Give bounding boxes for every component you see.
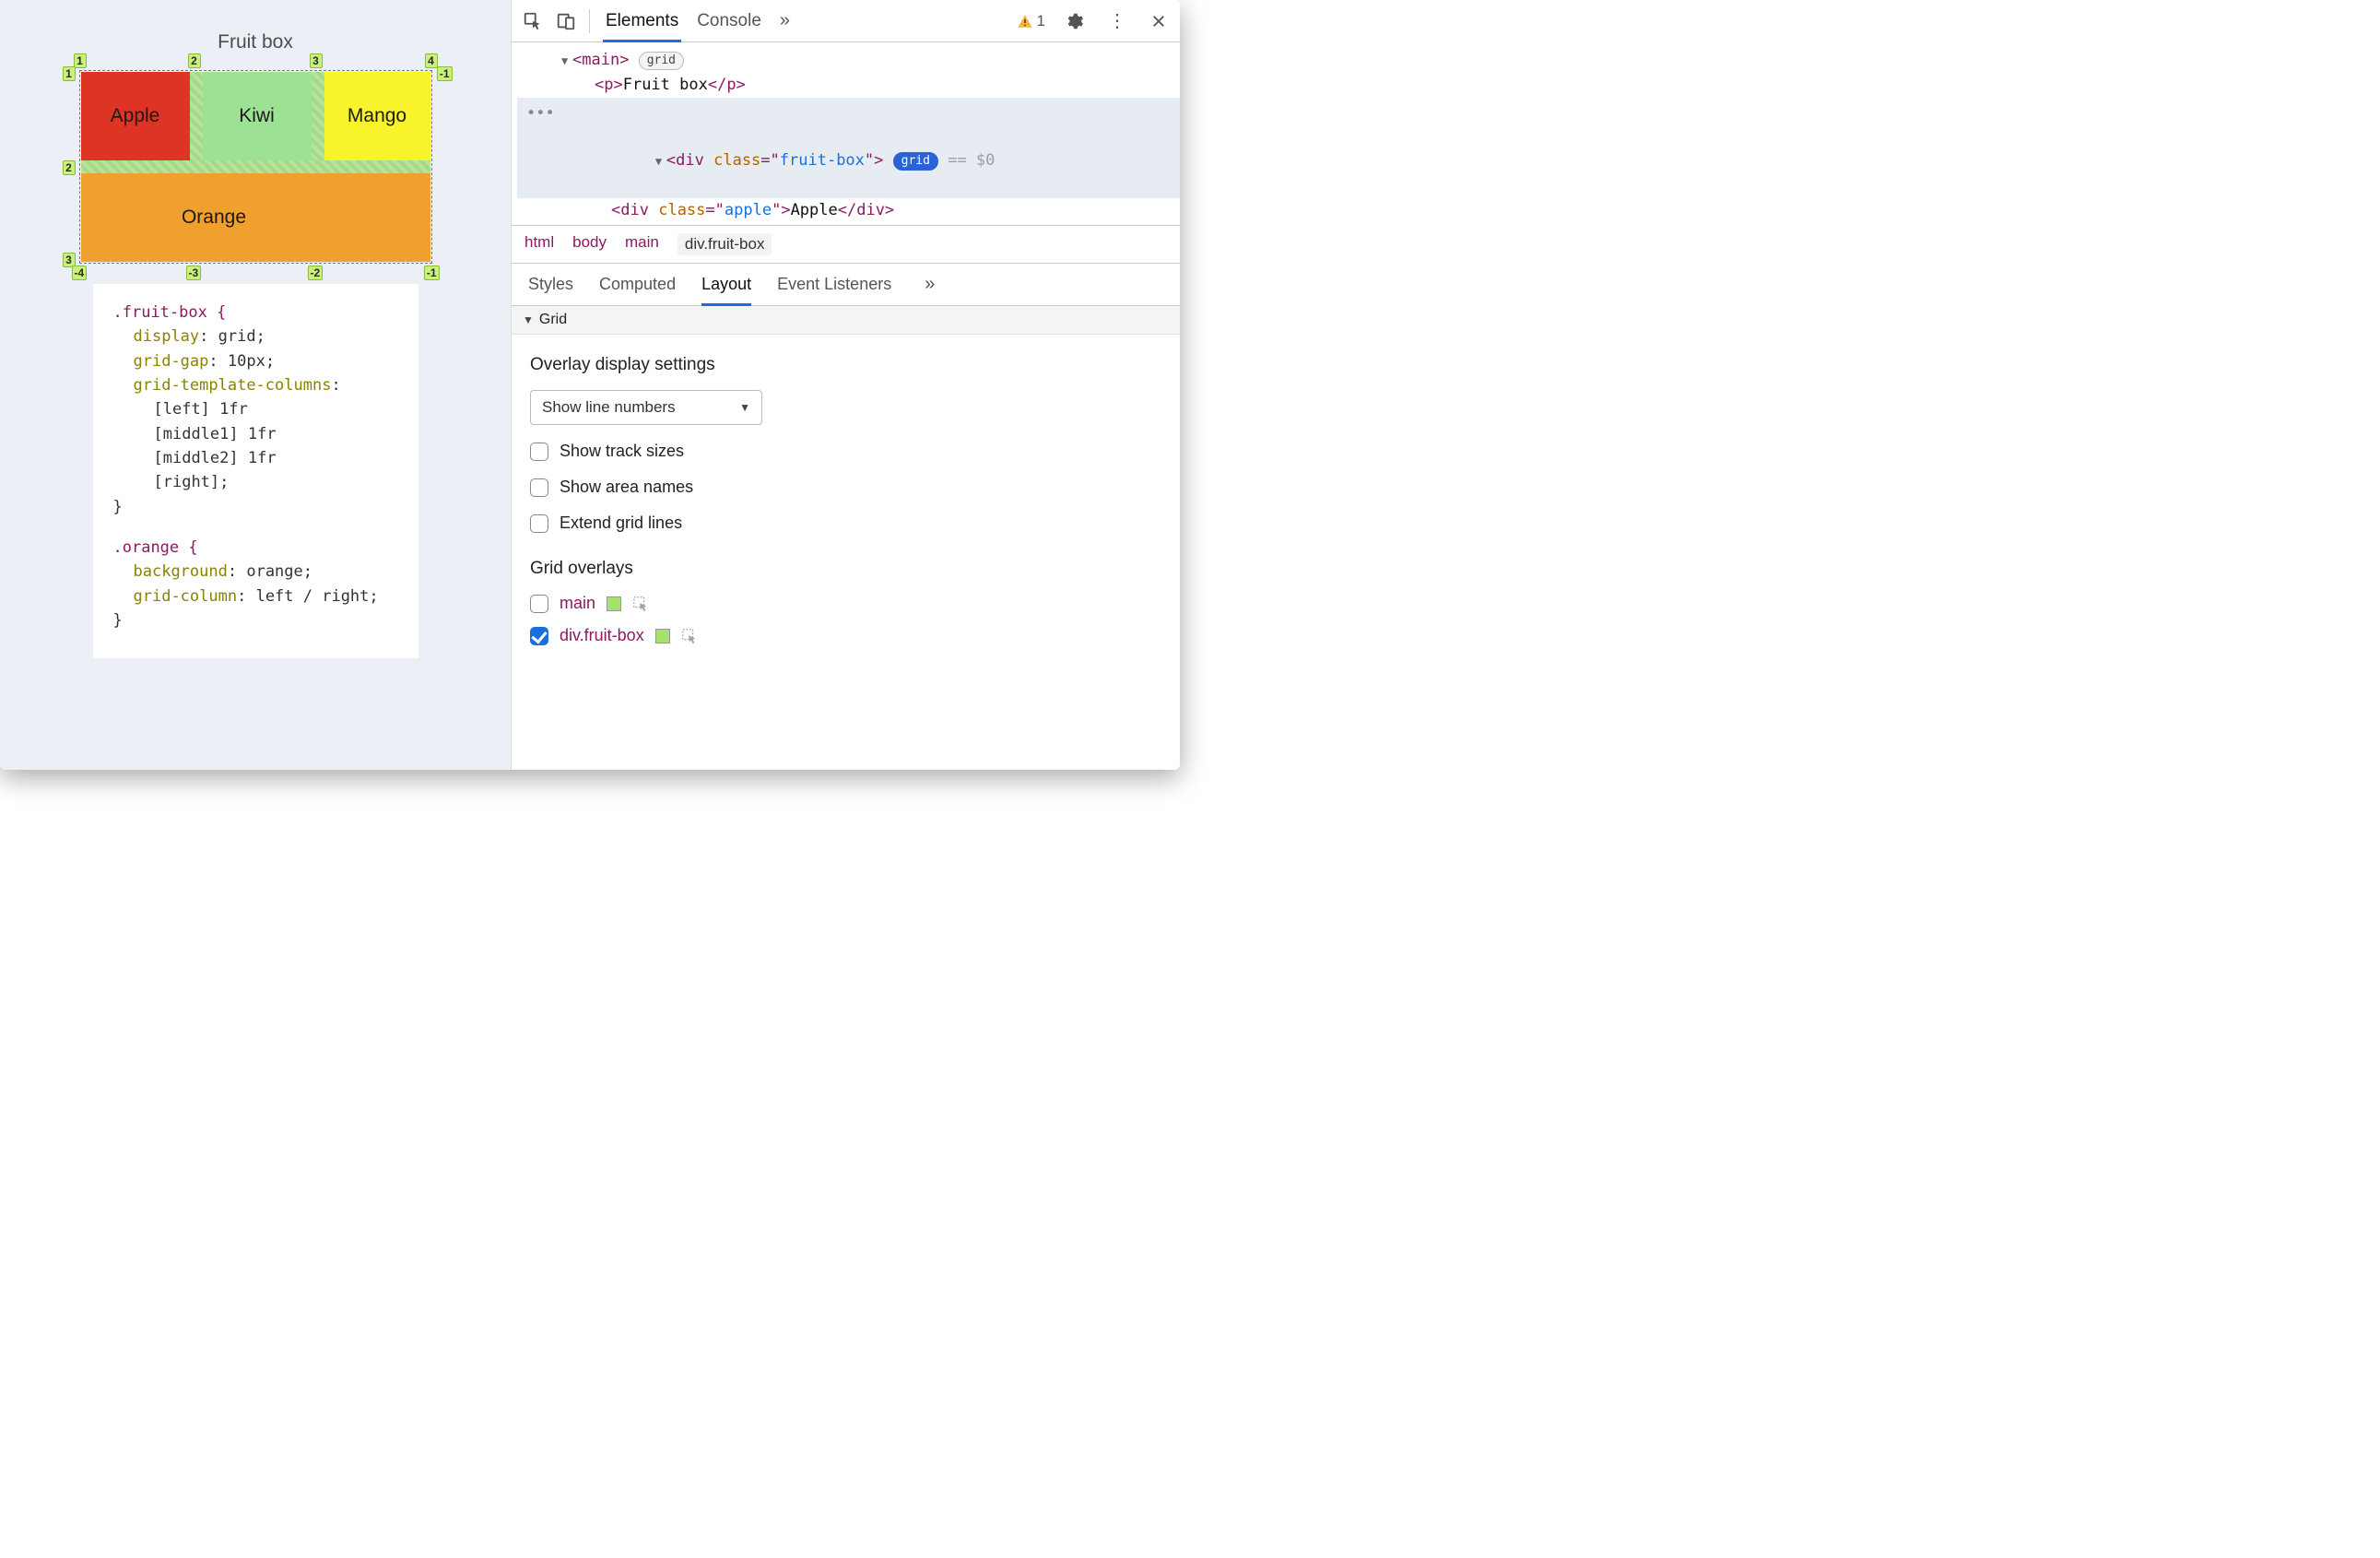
line-label: 1: [63, 66, 76, 81]
line-label: 3: [310, 53, 323, 68]
panel-tab-layout[interactable]: Layout: [701, 264, 751, 305]
close-icon[interactable]: [1145, 13, 1172, 30]
line-label: 4: [425, 53, 438, 68]
grid-overlays-heading: Grid overlays: [530, 559, 1161, 579]
checkbox[interactable]: [530, 514, 548, 533]
preview-pane: Fruit box Apple Kiwi Mango Orange 1 2 3 …: [0, 0, 512, 770]
devtools-toolbar: Elements Console » 1 ⋮: [512, 0, 1180, 42]
inspect-icon[interactable]: [523, 11, 543, 31]
crumb-html[interactable]: html: [524, 233, 554, 255]
checkbox-label: Show track sizes: [560, 442, 684, 461]
grid-overlay: Apple Kiwi Mango Orange 1 2 3 4 1 2 3 -1…: [79, 70, 432, 264]
warnings-indicator[interactable]: 1: [1017, 12, 1045, 30]
cell-orange: Orange: [81, 173, 430, 262]
crumb-main[interactable]: main: [625, 233, 659, 255]
chevron-down-icon: ▼: [739, 401, 750, 414]
grid-section-head[interactable]: ▼ Grid: [512, 306, 1180, 335]
app-window: Fruit box Apple Kiwi Mango Orange 1 2 3 …: [0, 0, 1180, 770]
cell-mango: Mango: [324, 72, 430, 160]
cell-apple: Apple: [81, 72, 190, 160]
panel-tabs-more[interactable]: »: [925, 274, 935, 295]
dom-tree[interactable]: ▼<<main>main> grid <p>Fruit box</p> ••• …: [512, 42, 1180, 226]
line-label: -3: [186, 266, 202, 280]
panel-tab-styles[interactable]: Styles: [528, 264, 573, 305]
tab-console[interactable]: Console: [694, 0, 764, 41]
line-label: 2: [188, 53, 201, 68]
side-panel-tabs: Styles Computed Layout Event Listeners »: [512, 264, 1180, 306]
line-label: -4: [72, 266, 88, 280]
crumb-body[interactable]: body: [572, 233, 607, 255]
show-track-sizes-row[interactable]: Show track sizes: [530, 442, 1161, 461]
show-area-names-row[interactable]: Show area names: [530, 478, 1161, 497]
checkbox[interactable]: [530, 443, 548, 461]
device-toggle-icon[interactable]: [556, 11, 576, 31]
reveal-icon[interactable]: [632, 596, 649, 612]
line-labels-select[interactable]: Show line numbers ▼: [530, 390, 762, 425]
grid-gap-row: [81, 160, 430, 173]
line-label: -1: [424, 266, 440, 280]
overlay-name: main: [560, 594, 595, 613]
preview-title: Fruit box: [218, 31, 293, 53]
css-snippet: .fruit-box { display: grid; grid-gap: 10…: [93, 284, 418, 658]
extend-grid-lines-row[interactable]: Extend grid lines: [530, 513, 1161, 533]
checkbox-label: Show area names: [560, 478, 693, 497]
color-swatch[interactable]: [607, 596, 621, 611]
crumb-fruit-box[interactable]: div.fruit-box: [677, 233, 772, 255]
overlay-name: div.fruit-box: [560, 626, 644, 645]
breadcrumb[interactable]: html body main div.fruit-box: [512, 226, 1180, 264]
devtools-pane: Elements Console » 1 ⋮ ▼<<main>main> gri…: [512, 0, 1180, 770]
checkbox[interactable]: [530, 478, 548, 497]
overlay-row-fruit-box[interactable]: div.fruit-box: [530, 626, 1161, 645]
overlay-row-main[interactable]: main: [530, 594, 1161, 613]
line-label: 2: [63, 160, 76, 175]
checkbox-label: Extend grid lines: [560, 513, 682, 533]
tabs-more[interactable]: »: [777, 0, 793, 41]
line-label: -2: [308, 266, 324, 280]
cell-kiwi: Kiwi: [203, 72, 312, 160]
panel-tab-computed[interactable]: Computed: [599, 264, 676, 305]
tab-elements[interactable]: Elements: [603, 0, 681, 41]
checkbox[interactable]: [530, 627, 548, 645]
panel-tab-listeners[interactable]: Event Listeners: [777, 264, 891, 305]
line-label: -1: [437, 66, 453, 81]
overlay-settings-heading: Overlay display settings: [530, 355, 1161, 375]
kebab-icon[interactable]: ⋮: [1102, 9, 1132, 32]
disclosure-icon: ▼: [523, 313, 534, 326]
line-label: 1: [74, 53, 87, 68]
layout-panel: Overlay display settings Show line numbe…: [512, 335, 1180, 658]
grid-section-title: Grid: [539, 312, 567, 328]
checkbox[interactable]: [530, 595, 548, 613]
reveal-icon[interactable]: [681, 628, 698, 644]
gear-icon[interactable]: [1058, 11, 1090, 31]
color-swatch[interactable]: [655, 629, 670, 643]
